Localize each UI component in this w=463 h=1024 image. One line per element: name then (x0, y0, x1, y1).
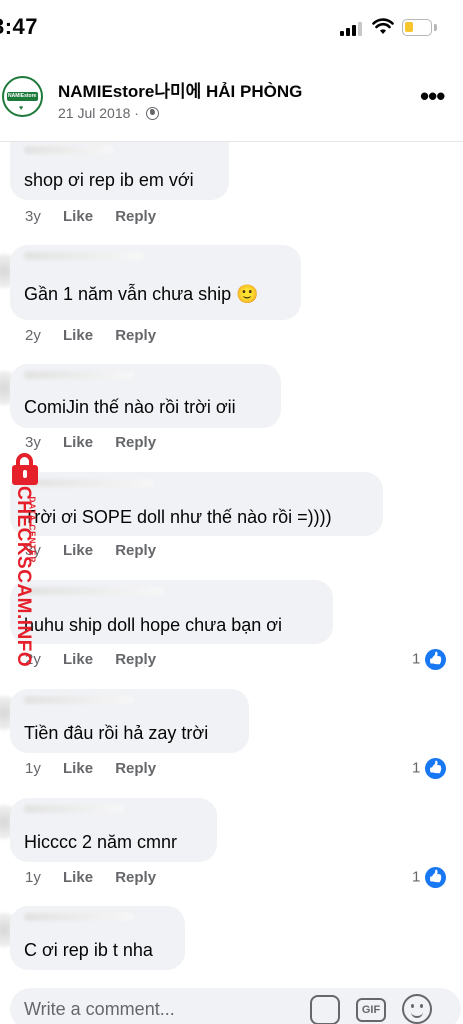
signal-icon (340, 22, 364, 36)
post-meta: 21 Jul 2018 · (58, 105, 159, 121)
reply-button[interactable]: Reply (115, 208, 156, 225)
wifi-icon (372, 18, 394, 34)
blurred-author-name (24, 587, 164, 595)
comment-actions: 3y Like Reply (25, 542, 156, 559)
reply-button[interactable]: Reply (115, 760, 156, 777)
emoji-icon[interactable] (402, 994, 432, 1024)
comment-actions: 2y Like Reply (25, 327, 156, 344)
reply-button[interactable]: Reply (115, 651, 156, 668)
reply-button[interactable]: Reply (115, 434, 156, 451)
comment-bubble[interactable]: huhu ship doll hope chưa bạn ơi (10, 580, 333, 644)
comment-bubble[interactable]: C ơi rep ib t nha (10, 906, 185, 970)
like-reaction-icon (425, 758, 447, 779)
avatar-text: NAMIEstore (8, 93, 37, 99)
comment-bubble[interactable]: Hicccc 2 năm cmnr (10, 798, 217, 862)
comment-age[interactable]: 1y (25, 760, 41, 777)
battery-cap (434, 24, 437, 31)
blurred-author-name (24, 913, 134, 921)
like-reaction-icon (425, 649, 447, 670)
comment-text: Hicccc 2 năm cmnr (24, 832, 178, 852)
comment-text: ComiJin thế nào rồi trời ơii (24, 397, 236, 417)
comment: Hicccc 2 năm cmnr 1y Like Reply 1 (0, 798, 463, 898)
like-button[interactable]: Like (63, 760, 93, 777)
post-header: NAMIEstore ♥ NAMIEstore나미에 HẢI PHÒNG 21 … (0, 60, 463, 142)
comment: shop ơi rep ib em với 3y Like Reply (0, 142, 463, 242)
post-date[interactable]: 21 Jul 2018 · (58, 105, 139, 121)
globe-icon (145, 107, 159, 120)
reaction-count[interactable]: 1 (412, 758, 447, 779)
heart-icon: ♥ (19, 105, 24, 112)
watermark-title: CHECKSCAM.INFO (13, 486, 34, 668)
reaction-count[interactable]: 1 (412, 649, 447, 670)
page-name[interactable]: NAMIEstore나미에 HẢI PHÒNG (58, 77, 302, 102)
comment-bubble[interactable]: Gần 1 năm vẫn chưa ship 🙂 (10, 245, 301, 320)
comment-placeholder: Write a comment... (24, 999, 175, 1019)
status-time: 3:47 (0, 14, 39, 39)
comment-actions: 3y Like Reply (25, 434, 156, 451)
comment-text: shop ơi rep ib em với (24, 170, 194, 190)
comment-actions: 3y Like Reply (25, 208, 156, 225)
like-button[interactable]: Like (63, 208, 93, 225)
comment-text: Gần 1 năm vẫn chưa ship 🙂 (24, 284, 259, 304)
comment: ComiJin thế nào rồi trời ơii 3y Like Rep… (0, 364, 463, 464)
comment-text: Tiền đâu rồi hả zay trời (24, 723, 209, 743)
battery-level (405, 22, 413, 32)
reply-button[interactable]: Reply (115, 327, 156, 344)
comment-age[interactable]: 3y (25, 208, 41, 225)
comment-bubble[interactable]: Trời ơi SOPE doll như thế nào rồi =)))) (10, 472, 383, 536)
blurred-author-name (24, 146, 114, 154)
blurred-author-name (24, 252, 144, 260)
comment-text: Trời ơi SOPE doll như thế nào rồi =)))) (24, 507, 332, 527)
comment-bubble[interactable]: Tiền đâu rồi hả zay trời (10, 689, 249, 753)
comment-age[interactable]: 3y (25, 434, 41, 451)
comment-actions: 1y Like Reply (25, 760, 156, 777)
comment-text: huhu ship doll hope chưa bạn ơi (24, 615, 283, 635)
comment-actions: 2y Like Reply (25, 651, 156, 668)
comment-composer: Write a comment... GIF (0, 980, 463, 1024)
like-button[interactable]: Like (63, 869, 93, 886)
like-button[interactable]: Like (63, 434, 93, 451)
reaction-number: 1 (412, 868, 421, 886)
like-button[interactable]: Like (63, 651, 93, 668)
blurred-author-name (24, 696, 134, 704)
comment-bubble[interactable]: shop ơi rep ib em với (10, 142, 229, 200)
page-avatar[interactable]: NAMIEstore ♥ (2, 76, 43, 117)
lock-icon (6, 452, 40, 486)
more-horizontal-icon[interactable]: ••• (420, 83, 445, 109)
reaction-number: 1 (412, 650, 421, 668)
reply-button[interactable]: Reply (115, 542, 156, 559)
sticker-icon[interactable] (310, 995, 340, 1024)
battery-icon (402, 19, 432, 36)
comment: Tiền đâu rồi hả zay trời 1y Like Reply 1 (0, 689, 463, 789)
like-button[interactable]: Like (63, 327, 93, 344)
blurred-author-name (24, 371, 134, 379)
gif-icon[interactable]: GIF (356, 998, 386, 1022)
blurred-author-name (24, 805, 124, 813)
comment: C ơi rep ib t nha (0, 906, 463, 976)
comment: Gần 1 năm vẫn chưa ship 🙂 2y Like Reply (0, 245, 463, 355)
blurred-author-name (24, 479, 154, 487)
like-reaction-icon (425, 867, 447, 888)
reaction-number: 1 (412, 759, 421, 777)
comment-text: C ơi rep ib t nha (24, 940, 153, 960)
watermark: DATA CENTER CHECKSCAM.INFO (0, 452, 40, 682)
comment: Trời ơi SOPE doll như thế nào rồi =)))) … (0, 472, 463, 572)
comment-bubble[interactable]: ComiJin thế nào rồi trời ơii (10, 364, 281, 428)
comment: huhu ship doll hope chưa bạn ơi 2y Like … (0, 580, 463, 680)
comment-actions: 1y Like Reply (25, 869, 156, 886)
like-button[interactable]: Like (63, 542, 93, 559)
comment-age[interactable]: 1y (25, 869, 41, 886)
reaction-count[interactable]: 1 (412, 867, 447, 888)
comment-age[interactable]: 2y (25, 327, 41, 344)
status-bar: 3:47 (0, 0, 463, 56)
comment-input[interactable]: Write a comment... GIF (10, 988, 461, 1024)
reply-button[interactable]: Reply (115, 869, 156, 886)
